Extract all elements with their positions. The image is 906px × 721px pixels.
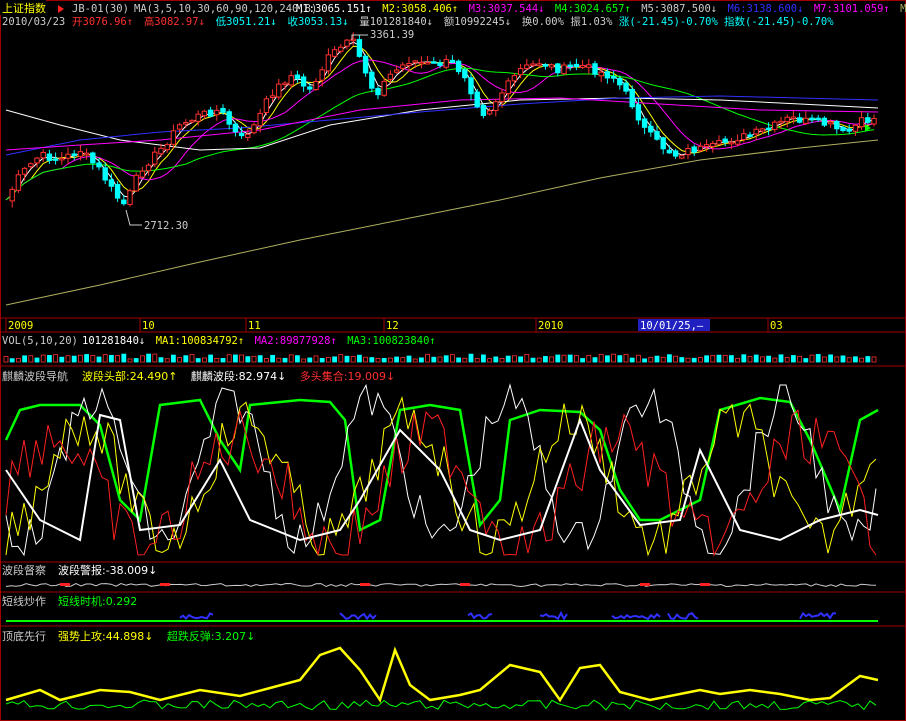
ma-values-item: M5:3087.500↓ <box>641 3 717 15</box>
ohlc-values-item: 指数(-21.45)-0.70% <box>724 15 834 28</box>
watch-values: 波段警报:-38.009↓ <box>58 563 157 577</box>
top-title: 顶底先行 <box>2 629 46 643</box>
high-annotation: 3361.39 <box>370 29 414 41</box>
ma-values-item: M2:3058.406↑ <box>382 3 458 15</box>
watch-title: 波段督察 <box>2 563 46 577</box>
short-title: 短线炒作 <box>2 594 46 608</box>
axis-label-03: 03 <box>770 320 783 332</box>
wave-items-item: 多头集合:19.009↓ <box>300 369 395 383</box>
vol-items-item: MA3:100823840↑ <box>347 335 436 347</box>
ma-value-list: M1:3065.151↑ M2:3058.406↑ M3:3037.544↓ M4:3… <box>296 3 906 15</box>
ohlc-values-item: 换0.00% <box>522 15 565 28</box>
axis-label-12: 12 <box>386 320 399 332</box>
stock-chart[interactable]: 上证指数 JB-01(30) MA(3,5,10,30,60,90,120,24… <box>0 0 906 721</box>
header-row-2: 2010/03/23 开3076.96↑ 高3082.97↓ 低3051.21↓ 收3… <box>2 15 834 28</box>
ohlc-values-item: 高3082.97↓ <box>144 15 205 28</box>
ohlc-values-item: 开3076.96↑ <box>72 16 133 28</box>
ohlc-values-item: 额10992245↓ <box>444 15 511 28</box>
axis-label-10: 10 <box>142 320 155 332</box>
ma-params: MA(3,5,10,30,60,90,120,240,8) <box>134 3 317 15</box>
ma-values-item: M6:3138.600↓ <box>728 3 804 15</box>
cursor-date: 10/01/25,— <box>640 320 704 332</box>
wave-items-item: 麒麟波段:82.974↓ <box>191 369 286 383</box>
volume-title: VOL(5,10,20) <box>2 335 78 347</box>
top-items-item: 超跌反弹:3.207↓ <box>167 629 255 643</box>
ohlc-values-item: 振1.03% <box>570 15 613 28</box>
index-name[interactable]: 上证指数 <box>2 1 46 15</box>
axis-label-2010: 2010 <box>538 320 563 332</box>
watch-items-item: 波段警报:-38.009↓ <box>58 563 157 577</box>
vol-items-item: MA2:89877928↑ <box>255 335 337 347</box>
quote-date: 2010/03/23 <box>2 16 65 28</box>
short-items-item: 短线时机:0.292 <box>58 594 137 608</box>
header-row-1: 上证指数 JB-01(30) MA(3,5,10,30,60,90,120,24… <box>0 0 906 15</box>
short-values: 短线时机:0.292 <box>58 594 137 608</box>
wave-values: 波段头部:24.490↑ 麒麟波段:82.974↓ 多头集合:19.009↓ <box>82 369 395 383</box>
low-annotation: 2712.30 <box>144 220 188 232</box>
wave-items-item: 波段头部:24.490↑ <box>82 369 177 383</box>
wave-title: 麒麟波段导航 <box>2 369 68 383</box>
ohlc-values-item: 低3051.21↓ <box>216 15 277 28</box>
top-items-item: 强势上攻:44.898↓ <box>58 629 153 643</box>
ohlc-values-item: 量101281840↓ <box>359 16 433 28</box>
axis-label-11: 11 <box>248 320 261 332</box>
vol-items-item: MA1:100834792↑ <box>156 335 245 347</box>
ma-values-item: M8:2978 <box>900 3 906 15</box>
formula-label: JB-01(30) <box>72 3 129 15</box>
ma-values-item: M4:3024.657↑ <box>555 3 631 15</box>
ma-values-item: M3:3037.544↓ <box>469 3 545 15</box>
volume-values: 101281840↓ MA1:100834792↑ MA2:89877928↑ MA3… <box>82 335 436 347</box>
ma-values-item: M7:3101.059↑ <box>814 3 890 15</box>
ohlc-values-item: 收3053.13↓ <box>287 15 348 28</box>
ma-values-item: M1:3065.151↑ <box>296 3 372 15</box>
axis-label-2009: 2009 <box>8 320 33 332</box>
ohlc-values-item: 涨(-21.45)-0.70% <box>619 16 719 28</box>
vol-items-item: 101281840↓ <box>82 335 145 347</box>
